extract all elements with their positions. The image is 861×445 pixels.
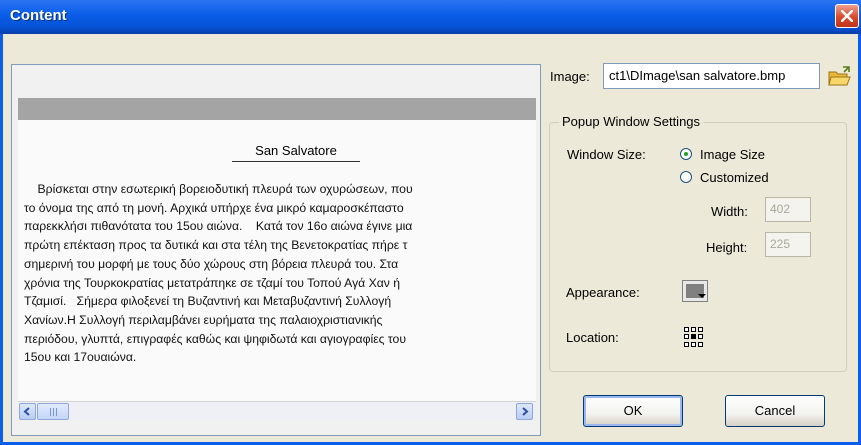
window-size-label: Window Size: (567, 147, 646, 162)
browse-image-button[interactable] (827, 65, 853, 89)
cancel-button[interactable]: Cancel (725, 395, 825, 427)
window-title: Content (10, 7, 67, 24)
arrow-right-icon (522, 407, 529, 416)
appearance-color-picker[interactable] (682, 280, 708, 302)
image-path-field[interactable]: ct1\DImage\san salvatore.bmp (603, 63, 820, 89)
preview-header-bar (18, 98, 536, 120)
title-bar: Content (0, 0, 861, 34)
scroll-left-button[interactable] (19, 403, 36, 420)
close-button[interactable] (835, 4, 859, 28)
location-label: Location: (566, 330, 619, 345)
radio-customized[interactable] (680, 171, 692, 183)
height-field[interactable]: 225 (765, 232, 811, 257)
image-label: Image: (550, 69, 590, 84)
width-field[interactable]: 402 (765, 197, 811, 222)
preview-paragraph: Βρίσκεται στην εσωτερική βορειοδυτική πλ… (24, 182, 413, 365)
ok-button[interactable]: OK (583, 395, 683, 427)
appearance-label: Appearance: (566, 285, 640, 300)
chevron-down-icon (698, 294, 706, 298)
scroll-thumb[interactable] (37, 403, 69, 420)
folder-open-icon (828, 66, 851, 86)
position-grid-icon[interactable] (684, 327, 704, 347)
horizontal-scrollbar[interactable] (18, 401, 536, 420)
scroll-right-button[interactable] (516, 403, 533, 420)
close-icon (841, 10, 853, 22)
width-label: Width: (711, 204, 748, 219)
height-label: Height: (706, 240, 748, 255)
customized-option-label[interactable]: Customized (700, 170, 769, 185)
preview-heading: San Salvatore (232, 143, 360, 162)
image-size-option-label[interactable]: Image Size (700, 147, 765, 162)
popup-settings-legend: Popup Window Settings (559, 114, 704, 129)
radio-image-size[interactable] (680, 148, 692, 160)
arrow-left-icon (23, 407, 30, 416)
